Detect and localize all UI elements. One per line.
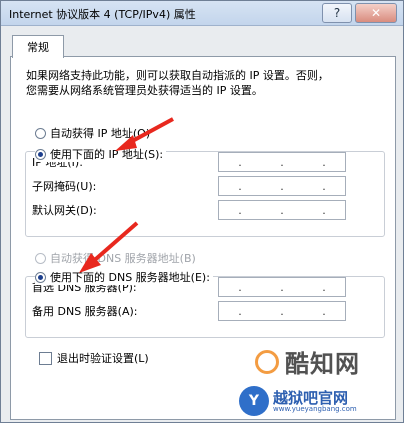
annotation-arrow-ip xyxy=(115,117,174,151)
subnet-mask-label: 子网掩码(U): xyxy=(32,180,97,193)
close-button[interactable]: ✕ xyxy=(355,3,397,23)
site-watermark: Y 越狱吧官网 www.yueyangbang.com xyxy=(233,386,401,420)
dialog-window: Internet 协议版本 4 (TCP/IPv4) 属性 ? ✕ 常规 如果网… xyxy=(0,0,404,423)
watermark-logo: 酷知网 xyxy=(255,344,360,379)
title-bar[interactable]: Internet 协议版本 4 (TCP/IPv4) 属性 ? ✕ xyxy=(1,1,403,26)
description-line-2: 您需要从网络系统管理员处获得适当的 IP 设置。 xyxy=(26,84,263,97)
site-watermark-url: www.yueyangbang.com xyxy=(273,405,357,413)
alternate-dns-input[interactable]: ... xyxy=(218,301,346,321)
watermark-logo-text: 酷知网 xyxy=(285,350,360,378)
description-line-1: 如果网络支持此功能，则可以获取自动指派的 IP 设置。否则， xyxy=(26,69,329,82)
default-gateway-input[interactable]: ... xyxy=(218,200,346,220)
auto-dns-radio[interactable] xyxy=(35,252,46,264)
site-watermark-icon: Y xyxy=(239,386,269,416)
preferred-dns-input[interactable]: ... xyxy=(218,277,346,297)
alternate-dns-label: 备用 DNS 服务器(A): xyxy=(32,305,138,318)
ip-address-input[interactable]: ... xyxy=(218,152,346,172)
tab-general[interactable]: 常规 xyxy=(12,35,64,58)
description-text: 如果网络支持此功能，则可以获取自动指派的 IP 设置。否则， 您需要从网络系统管… xyxy=(26,68,386,98)
tab-general-label: 常规 xyxy=(27,41,49,54)
validate-settings-label: 退出时验证设置(L) xyxy=(57,352,149,365)
window-title: Internet 协议版本 4 (TCP/IPv4) 属性 xyxy=(9,8,196,21)
manual-dns-radio[interactable] xyxy=(35,271,46,283)
auto-ip-radio[interactable] xyxy=(35,127,46,139)
watermark-logo-icon xyxy=(255,349,279,374)
annotation-arrow-dns xyxy=(79,221,139,273)
manual-ip-radio[interactable] xyxy=(35,148,46,160)
validate-settings-checkbox[interactable] xyxy=(39,351,52,365)
subnet-mask-input[interactable]: ... xyxy=(218,176,346,196)
title-buttons: ? ✕ xyxy=(322,3,397,23)
validate-settings-option[interactable]: 退出时验证设置(L) xyxy=(39,350,149,366)
default-gateway-label: 默认网关(D): xyxy=(32,204,97,217)
help-button[interactable]: ? xyxy=(322,3,352,23)
dns-server-group: 首选 DNS 服务器(P): ... 备用 DNS 服务器(A): ... xyxy=(25,276,385,338)
